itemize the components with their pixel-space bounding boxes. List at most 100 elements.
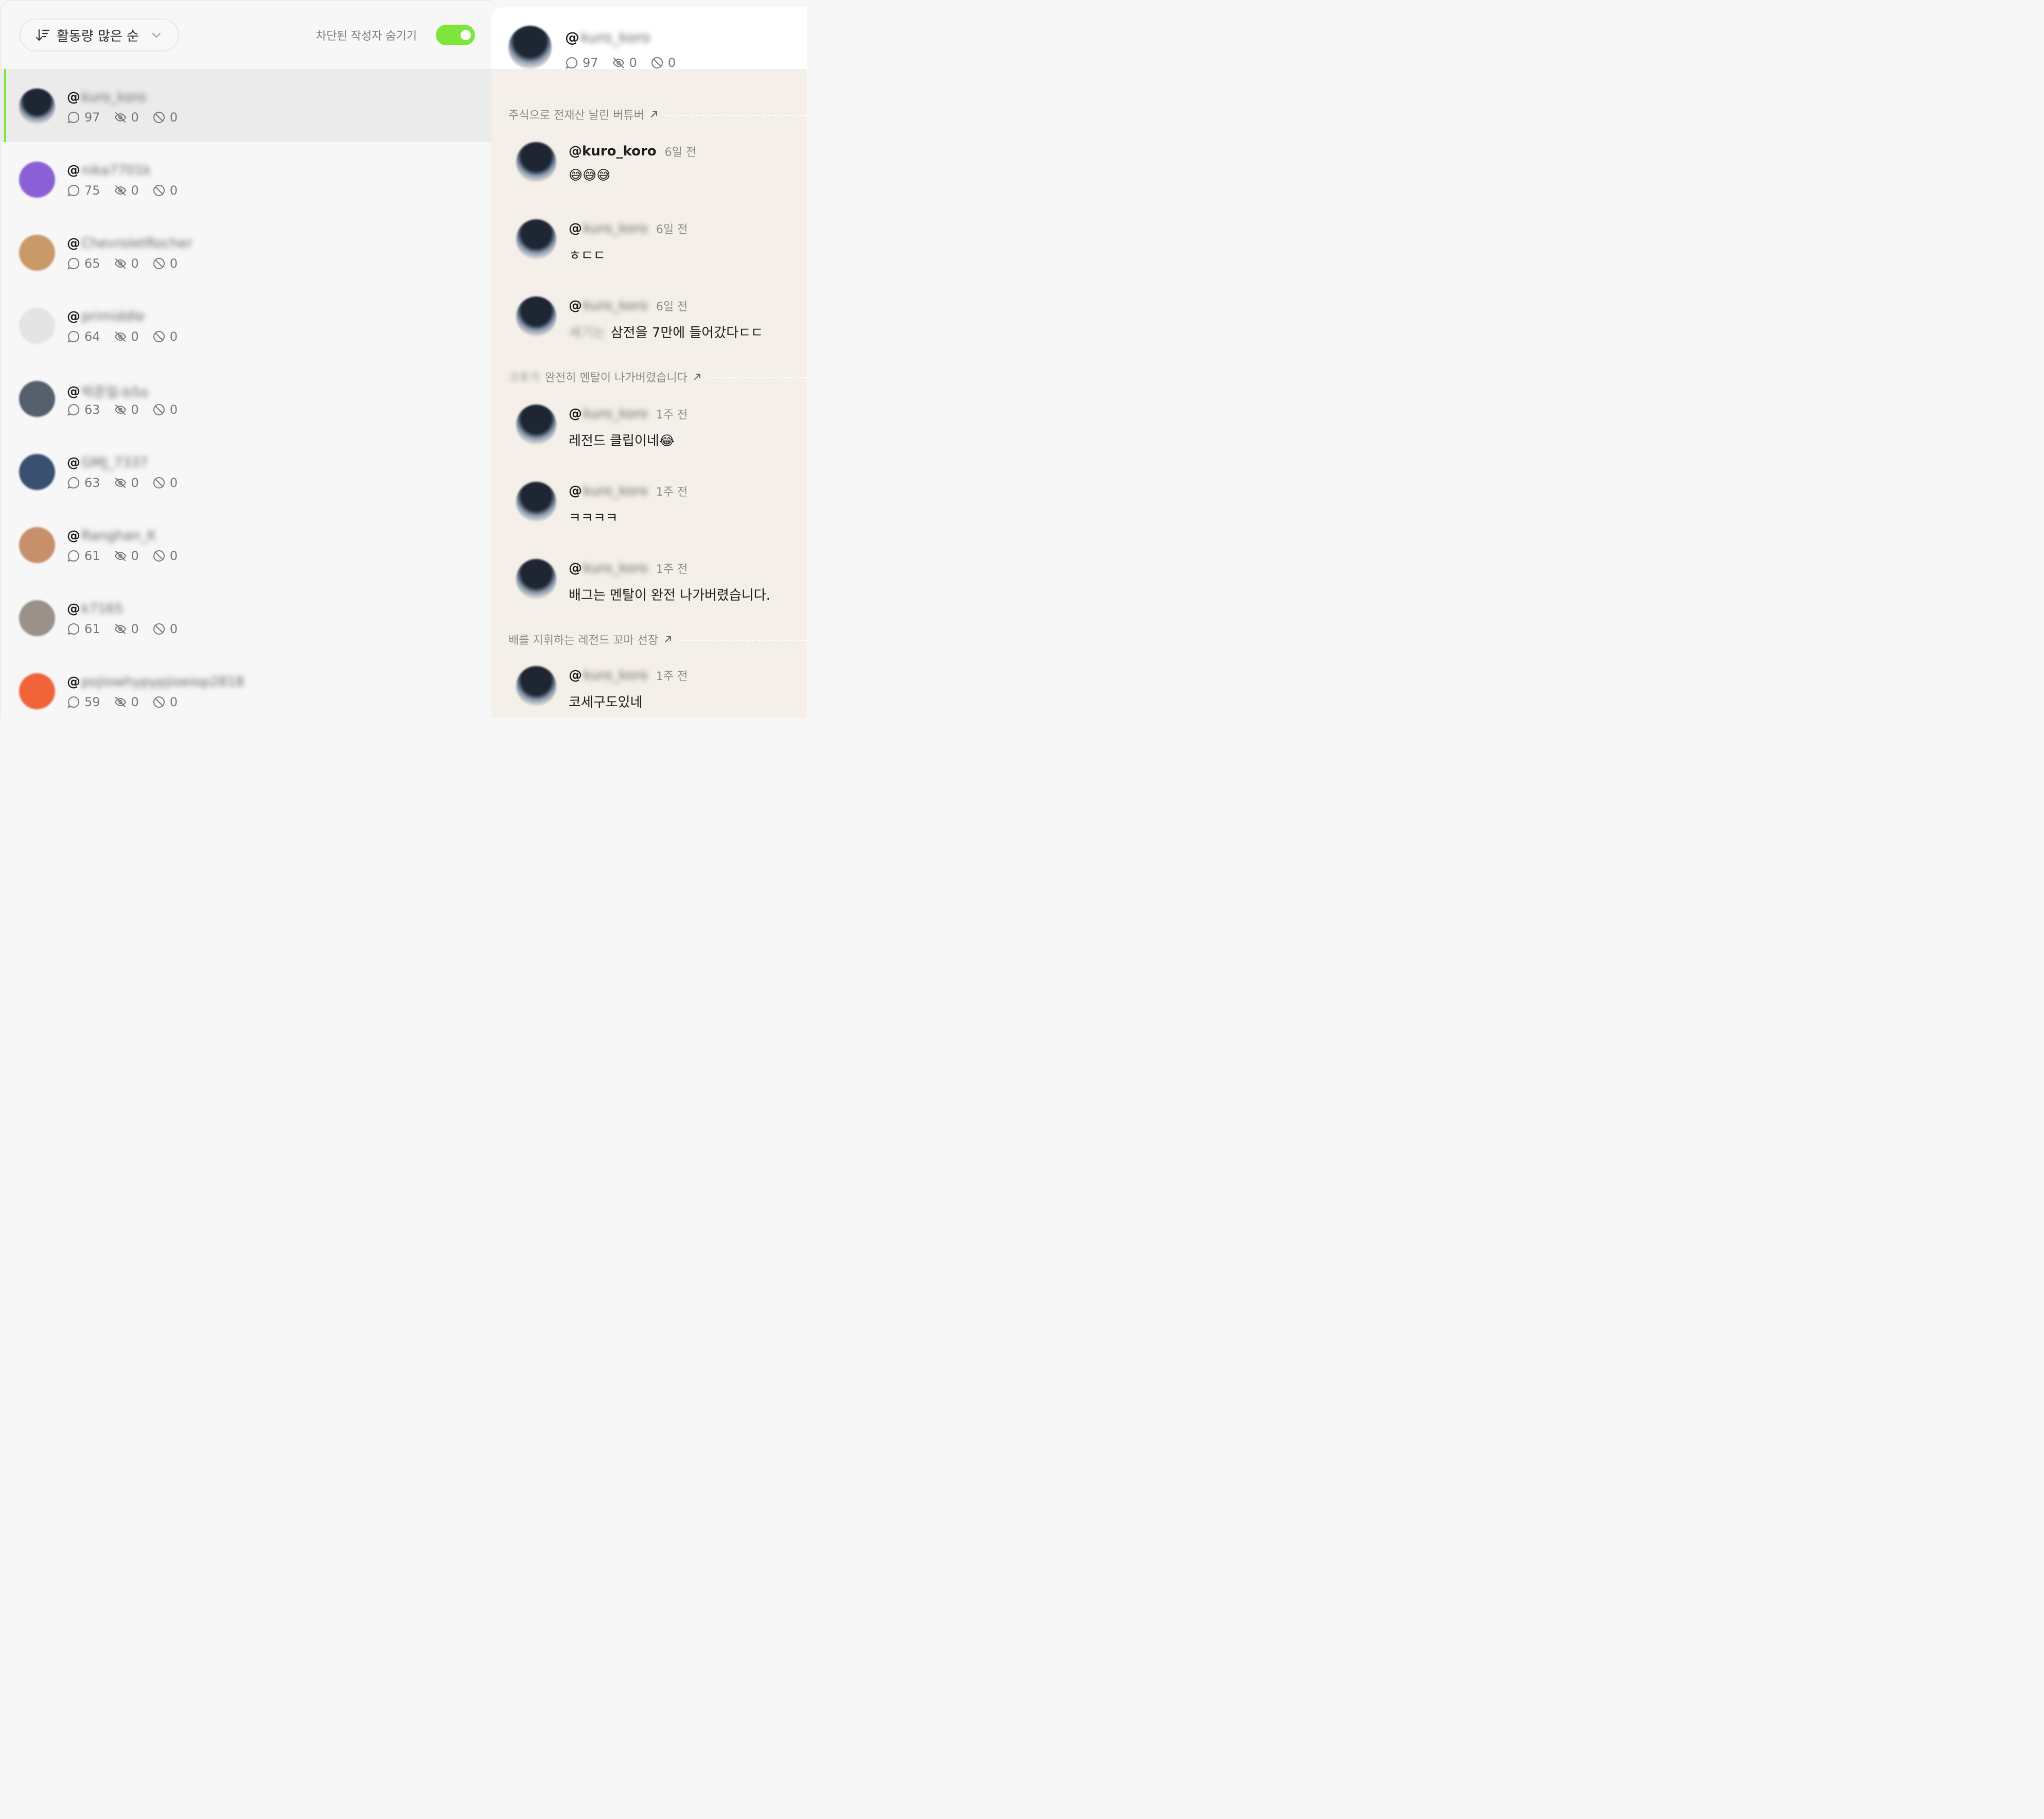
- detail-header: @ kuro_koro 97 0 0: [491, 7, 807, 70]
- divider: [708, 377, 807, 378]
- block-icon: [153, 623, 165, 635]
- comment-author[interactable]: @ kuro_koro 6일 전: [569, 143, 696, 160]
- avatar: [19, 89, 55, 125]
- blocked-count: 0: [152, 256, 178, 271]
- eye-off-icon: [114, 697, 126, 707]
- comment-count: 61: [67, 622, 100, 636]
- author-stats: 65 0 0: [67, 256, 191, 271]
- author-username: @ ChevroletRocher: [67, 236, 192, 251]
- blocked-count: 0: [152, 329, 178, 344]
- comment-item: @ kuro_koro 1주 전 레전드 클립이네😂: [516, 405, 804, 461]
- comment-icon: [67, 550, 80, 562]
- comment-time: 1주 전: [656, 409, 688, 422]
- comment-item: @ kuro_koro 1주 전 코세구도있네: [516, 666, 804, 723]
- hidden-count: 0: [114, 110, 139, 125]
- author-row[interactable]: @ k7165 61 0 0: [1, 581, 491, 654]
- video-title-link[interactable]: 크루가 완전히 멘탈이 나가버렸습니다: [508, 369, 807, 385]
- avatar: [516, 142, 556, 182]
- blurred-handle: nika7701k: [81, 163, 151, 178]
- comment-author[interactable]: @ kuro_koro 6일 전: [569, 220, 688, 237]
- hide-blocked-toggle[interactable]: [436, 25, 475, 45]
- hidden-count: 0: [114, 695, 139, 709]
- sort-dropdown[interactable]: 활동량 많은 순: [20, 19, 179, 51]
- block-icon: [651, 57, 663, 68]
- sort-descending-icon: [35, 27, 50, 43]
- video-title-link[interactable]: 배를 지휘하는 레전드 꼬마 선장: [508, 631, 807, 648]
- comment-author[interactable]: @ kuro_koro 6일 전: [569, 298, 688, 314]
- external-link-icon: [693, 372, 702, 381]
- video-title-link[interactable]: 주식으로 전재산 날린 버튜버: [508, 106, 807, 123]
- comment-count: 61: [67, 549, 100, 563]
- comment-icon: [67, 111, 80, 124]
- avatar: [508, 26, 552, 69]
- block-icon: [153, 185, 165, 196]
- block-icon: [153, 477, 165, 488]
- comment-icon: [67, 623, 80, 635]
- author-username: @ k7165: [67, 601, 124, 617]
- blocked-count: 0: [152, 403, 178, 417]
- author-row[interactable]: @ GMJ_7337 63 0 0: [1, 434, 491, 508]
- block-icon: [153, 331, 165, 342]
- sort-label: 활동량 많은 순: [57, 28, 139, 44]
- eye-off-icon: [114, 551, 126, 561]
- eye-off-icon: [114, 258, 126, 269]
- comment-icon: [67, 184, 80, 197]
- comment-count: 59: [67, 695, 100, 709]
- block-icon: [153, 404, 165, 415]
- avatar: [19, 381, 55, 417]
- comment-text: 😅😅😅: [569, 168, 611, 183]
- divider: [664, 115, 807, 116]
- avatar: [516, 559, 556, 599]
- avatar: [19, 673, 55, 709]
- comment-item: @ kuro_koro 6일 전 ㅎㄷㄷ: [516, 219, 804, 276]
- author-row[interactable]: @ pojiowhypypjioeiop2818 59 0 0: [1, 654, 491, 727]
- author-row[interactable]: @ nika7701k 75 0 0: [1, 142, 491, 215]
- comment-author[interactable]: @ kuro_koro 1주 전: [569, 406, 688, 422]
- avatar: [516, 405, 556, 445]
- blurred-handle: kuro_koro: [583, 668, 648, 683]
- author-row[interactable]: @ kuro_koro 97 0 0: [1, 69, 491, 142]
- eye-off-icon: [114, 405, 126, 415]
- video-title: 완전히 멘탈이 나가버렸습니다: [544, 372, 688, 384]
- comment-icon: [67, 330, 80, 343]
- avatar: [19, 308, 55, 344]
- blocked-count: 0: [152, 549, 178, 563]
- comment-item: @ kuro_koro 1주 전 ㅋㅋㅋㅋ: [516, 482, 804, 538]
- comment-count: 64: [67, 329, 100, 344]
- blurred-handle: k7165: [81, 601, 124, 617]
- comment-text: 레전드 클립이네😂: [569, 433, 675, 449]
- hidden-count: 0: [114, 549, 139, 563]
- hidden-count: 0: [114, 183, 139, 198]
- author-detail-panel: @ kuro_koro 97 0 0 주식으로 전재산 날린 버튜버 @ kuro_…: [491, 7, 807, 718]
- chevron-down-icon: [150, 29, 163, 41]
- comment-icon: [67, 257, 80, 270]
- comment-count: 65: [67, 256, 100, 271]
- author-row[interactable]: @ ChevroletRocher 65 0 0: [1, 215, 491, 288]
- block-icon: [153, 112, 165, 123]
- detail-stats: 97 0 0: [565, 56, 689, 70]
- eye-off-icon: [114, 112, 126, 123]
- author-row[interactable]: @ 박준일-b5o 63 0 0: [1, 361, 491, 434]
- avatar: [19, 454, 55, 490]
- blocked-count: 0: [152, 476, 178, 490]
- author-username: @ GMJ_7337: [67, 455, 148, 470]
- comment-text: 배그는 멘탈이 완전 나가버렸습니다.: [569, 588, 770, 603]
- comment-author[interactable]: @ kuro_koro 1주 전: [569, 560, 688, 576]
- comment-time: 1주 전: [656, 486, 688, 499]
- comment-author[interactable]: @ kuro_koro 1주 전: [569, 483, 688, 499]
- comment-icon: [67, 477, 80, 489]
- blocked-count: 0: [152, 622, 178, 636]
- comment-text: 세기는 삼전을 7만에 들어갔다ㄷㄷ: [569, 322, 763, 341]
- author-stats: 63 0 0: [67, 403, 191, 417]
- detail-username[interactable]: @ kuro_koro: [565, 29, 650, 46]
- blurred-handle: Ranghan_K: [81, 528, 156, 544]
- blurred-handle: kuro_koro: [580, 29, 650, 46]
- author-stats: 64 0 0: [67, 329, 191, 344]
- author-username: @ pojiowhypypjioeiop2818: [67, 674, 244, 690]
- author-row[interactable]: @ primiddle 64 0 0: [1, 288, 491, 361]
- comment-count: 97: [67, 110, 100, 125]
- author-row[interactable]: @ Ranghan_K 61 0 0: [1, 508, 491, 581]
- author-stats: 61 0 0: [67, 549, 191, 563]
- comment-author[interactable]: @ kuro_koro 1주 전: [569, 667, 688, 684]
- author-username: @ 박준일-b5o: [67, 382, 148, 401]
